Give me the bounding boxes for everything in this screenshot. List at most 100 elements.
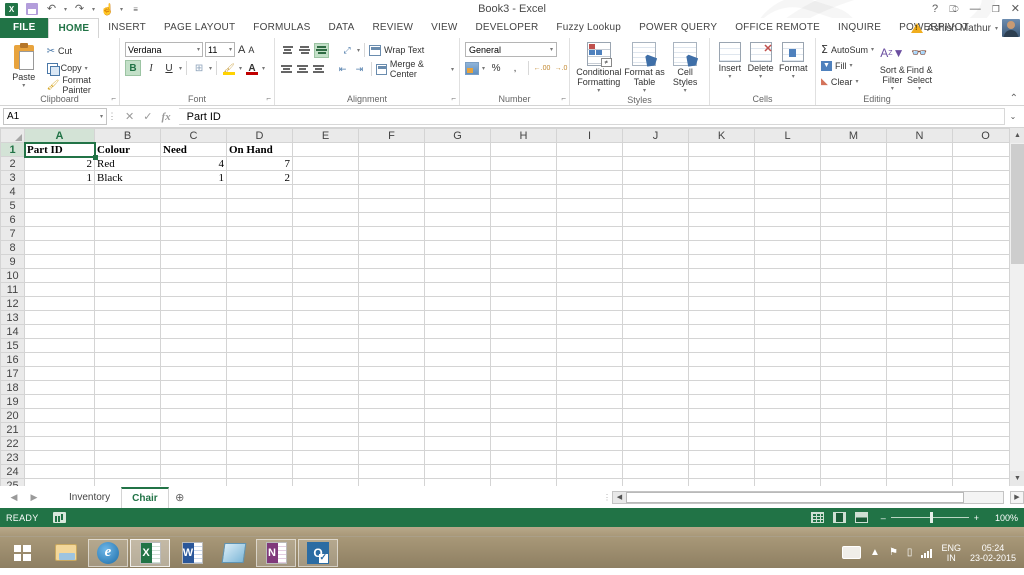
cell-N21[interactable] bbox=[886, 422, 953, 437]
cell-J16[interactable] bbox=[622, 352, 689, 367]
row-header-14[interactable]: 14 bbox=[0, 324, 25, 339]
cell-G8[interactable] bbox=[424, 240, 491, 255]
cell-A11[interactable] bbox=[24, 282, 95, 297]
start-button[interactable] bbox=[0, 537, 44, 569]
cell-K1[interactable] bbox=[688, 142, 755, 157]
cell-A12[interactable] bbox=[24, 296, 95, 311]
cell-N11[interactable] bbox=[886, 282, 953, 297]
cell-L16[interactable] bbox=[754, 352, 821, 367]
next-sheet-icon[interactable]: ▶ bbox=[24, 492, 44, 503]
cell-M23[interactable] bbox=[820, 450, 887, 465]
cell-G4[interactable] bbox=[424, 184, 491, 199]
cell-N5[interactable] bbox=[886, 198, 953, 213]
cell-G5[interactable] bbox=[424, 198, 491, 213]
help-icon[interactable]: ? bbox=[932, 0, 938, 18]
cell-A7[interactable] bbox=[24, 226, 95, 241]
confirm-entry-icon[interactable]: ✓ bbox=[143, 110, 152, 123]
font-size-dropdown-icon[interactable]: ▾ bbox=[229, 46, 232, 53]
copy-button[interactable]: Copy ▾ bbox=[46, 60, 114, 76]
format-dropdown-icon[interactable]: ▾ bbox=[792, 73, 795, 80]
cell-A1[interactable]: Part ID bbox=[24, 142, 95, 157]
cell-G16[interactable] bbox=[424, 352, 491, 367]
cell-J25[interactable] bbox=[622, 478, 689, 486]
cell-C23[interactable] bbox=[160, 450, 227, 465]
cell-N18[interactable] bbox=[886, 380, 953, 395]
sheet-tab-chair[interactable]: Chair bbox=[121, 486, 169, 508]
cell-H17[interactable] bbox=[490, 366, 557, 381]
cell-F24[interactable] bbox=[358, 464, 425, 479]
cell-B1[interactable]: Colour bbox=[94, 142, 161, 157]
cell-J21[interactable] bbox=[622, 422, 689, 437]
network-flag-icon[interactable]: ⚑ bbox=[889, 547, 898, 558]
cell-G17[interactable] bbox=[424, 366, 491, 381]
cell-L23[interactable] bbox=[754, 450, 821, 465]
cell-M12[interactable] bbox=[820, 296, 887, 311]
row-header-8[interactable]: 8 bbox=[0, 240, 25, 255]
previous-sheet-icon[interactable]: ◀ bbox=[4, 492, 24, 503]
page-layout-view-button[interactable] bbox=[829, 510, 851, 525]
select-all-corner[interactable] bbox=[0, 128, 25, 143]
fill-button[interactable]: ▼ Fill ▾ bbox=[821, 58, 879, 73]
row-header-15[interactable]: 15 bbox=[0, 338, 25, 353]
cell-C19[interactable] bbox=[160, 394, 227, 409]
horizontal-split-handle[interactable]: ⋮ bbox=[602, 493, 612, 502]
record-macro-icon[interactable] bbox=[52, 512, 66, 523]
cell-H19[interactable] bbox=[490, 394, 557, 409]
cell-K13[interactable] bbox=[688, 310, 755, 325]
column-header-h[interactable]: H bbox=[490, 128, 557, 143]
tab-office-remote[interactable]: OFFICE REMOTE bbox=[726, 18, 829, 38]
cell-B8[interactable] bbox=[94, 240, 161, 255]
cell-M2[interactable] bbox=[820, 156, 887, 171]
cell-I11[interactable] bbox=[556, 282, 623, 297]
row-header-17[interactable]: 17 bbox=[0, 366, 25, 381]
cell-H18[interactable] bbox=[490, 380, 557, 395]
cancel-entry-icon[interactable]: ✕ bbox=[125, 110, 134, 123]
cell-J8[interactable] bbox=[622, 240, 689, 255]
cell-I9[interactable] bbox=[556, 254, 623, 269]
cell-L12[interactable] bbox=[754, 296, 821, 311]
cell-N23[interactable] bbox=[886, 450, 953, 465]
cell-G3[interactable] bbox=[424, 170, 491, 185]
cell-K18[interactable] bbox=[688, 380, 755, 395]
conditional-formatting-button[interactable]: ≠ Conditional Formatting ▾ bbox=[575, 42, 623, 94]
cell-C9[interactable] bbox=[160, 254, 227, 269]
cell-B15[interactable] bbox=[94, 338, 161, 353]
cell-E25[interactable] bbox=[292, 478, 359, 486]
cell-B14[interactable] bbox=[94, 324, 161, 339]
tab-home[interactable]: HOME bbox=[48, 18, 100, 38]
cell-K8[interactable] bbox=[688, 240, 755, 255]
cell-F12[interactable] bbox=[358, 296, 425, 311]
orientation-dropdown-icon[interactable]: ▾ bbox=[357, 47, 360, 54]
cell-G6[interactable] bbox=[424, 212, 491, 227]
scroll-left-button[interactable]: ◀ bbox=[613, 491, 626, 503]
cell-J1[interactable] bbox=[622, 142, 689, 157]
ribbon-display-options-icon[interactable]: ⎄ bbox=[949, 0, 959, 18]
cell-E15[interactable] bbox=[292, 338, 359, 353]
orientation-button[interactable]: ⤢ bbox=[339, 42, 355, 58]
cell-L5[interactable] bbox=[754, 198, 821, 213]
tab-inquire[interactable]: INQUIRE bbox=[829, 18, 890, 38]
cell-N9[interactable] bbox=[886, 254, 953, 269]
vertical-scrollbar[interactable]: ▲ ▼ bbox=[1009, 128, 1024, 486]
cell-A15[interactable] bbox=[24, 338, 95, 353]
cell-N12[interactable] bbox=[886, 296, 953, 311]
merge-center-button[interactable]: Merge & Center ▾ bbox=[375, 59, 454, 79]
cell-N6[interactable] bbox=[886, 212, 953, 227]
cell-M21[interactable] bbox=[820, 422, 887, 437]
tab-formulas[interactable]: FORMULAS bbox=[244, 18, 319, 38]
find-select-button[interactable]: 👓 Find & Select ▾ bbox=[906, 42, 933, 92]
cell-F7[interactable] bbox=[358, 226, 425, 241]
insert-function-icon[interactable]: fx bbox=[161, 111, 170, 123]
cell-K16[interactable] bbox=[688, 352, 755, 367]
cell-D15[interactable] bbox=[226, 338, 293, 353]
merge-dropdown-icon[interactable]: ▾ bbox=[451, 66, 454, 73]
cell-N17[interactable] bbox=[886, 366, 953, 381]
cell-H23[interactable] bbox=[490, 450, 557, 465]
cell-H4[interactable] bbox=[490, 184, 557, 199]
cell-B9[interactable] bbox=[94, 254, 161, 269]
cell-E13[interactable] bbox=[292, 310, 359, 325]
cell-N24[interactable] bbox=[886, 464, 953, 479]
cell-E4[interactable] bbox=[292, 184, 359, 199]
cell-B18[interactable] bbox=[94, 380, 161, 395]
sort-filter-dropdown-icon[interactable]: ▾ bbox=[891, 85, 894, 92]
